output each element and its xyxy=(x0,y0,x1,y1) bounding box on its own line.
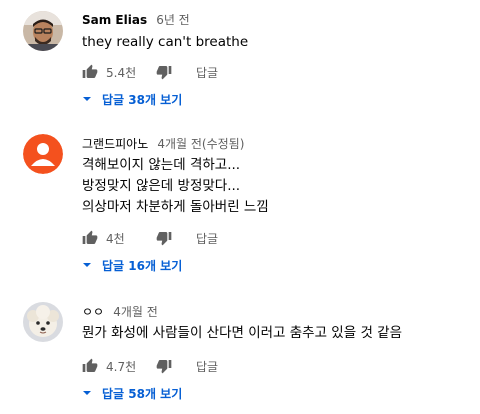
avatar[interactable] xyxy=(23,134,63,174)
thumbs-down-icon[interactable] xyxy=(156,358,172,374)
comment-line: 격해보이지 않는데 격하고... xyxy=(82,157,241,173)
thumbs-down-icon[interactable] xyxy=(156,64,172,80)
like-count: 4.7천 xyxy=(106,359,137,374)
comment-line: 뭔가 화성에 사람들이 산다면 이러고 춤추고 있을 것 같음 xyxy=(82,325,402,341)
reply-button[interactable]: 답글 xyxy=(196,64,218,81)
view-replies-button[interactable]: 답글 58개 보기 xyxy=(82,384,182,402)
comment-author[interactable]: 그랜드피아노 xyxy=(82,137,148,151)
comment-thread: 그랜드피아노 4개월 전(수정됨) 격해보이지 않는데 격하고... 방정맞지 … xyxy=(0,134,480,280)
thumbs-up-icon[interactable] xyxy=(82,358,98,374)
comment-line: 의상마저 차분하게 돌아버린 느낌 xyxy=(82,199,269,215)
comment-time[interactable]: 4개월 전 xyxy=(113,305,158,319)
reply-button[interactable]: 답글 xyxy=(196,230,218,247)
like-count: 4천 xyxy=(106,231,125,246)
caret-down-icon xyxy=(82,260,92,270)
view-replies-label: 답글 38개 보기 xyxy=(102,92,183,107)
comment-time[interactable]: 4개월 전(수정됨) xyxy=(157,137,244,151)
caret-down-icon xyxy=(82,94,92,104)
comment-line: 방정맞지 않은데 방정맞다... xyxy=(82,178,241,194)
comment-line: they really can't breathe xyxy=(82,34,249,50)
avatar[interactable] xyxy=(23,11,63,51)
thumbs-up-icon[interactable] xyxy=(82,64,98,80)
reply-button[interactable]: 답글 xyxy=(196,358,218,375)
comment-text: 뭔가 화성에 사람들이 산다면 이러고 춤추고 있을 것 같음 xyxy=(82,323,402,344)
comment-thread: ㅇㅇ 4개월 전 뭔가 화성에 사람들이 산다면 이러고 춤추고 있을 것 같음… xyxy=(0,302,480,408)
comment-author[interactable]: ㅇㅇ xyxy=(82,305,104,319)
comment-text: they really can't breathe xyxy=(82,32,248,53)
avatar[interactable] xyxy=(23,302,63,342)
thumbs-down-icon[interactable] xyxy=(156,230,172,246)
view-replies-button[interactable]: 답글 38개 보기 xyxy=(82,90,182,108)
like-count: 5.4천 xyxy=(106,65,137,80)
comment-time[interactable]: 6년 전 xyxy=(156,13,190,27)
comment-thread: Sam Elias 6년 전 they really can't breathe… xyxy=(0,8,480,118)
view-replies-button[interactable]: 답글 16개 보기 xyxy=(82,256,182,274)
thumbs-up-icon[interactable] xyxy=(82,230,98,246)
view-replies-label: 답글 58개 보기 xyxy=(102,386,183,401)
comment-text: 격해보이지 않는데 격하고... 방정맞지 않은데 방정맞다... 의상마저 차… xyxy=(82,155,269,218)
caret-down-icon xyxy=(82,388,92,398)
comment-author[interactable]: Sam Elias xyxy=(82,13,147,27)
view-replies-label: 답글 16개 보기 xyxy=(102,258,183,273)
